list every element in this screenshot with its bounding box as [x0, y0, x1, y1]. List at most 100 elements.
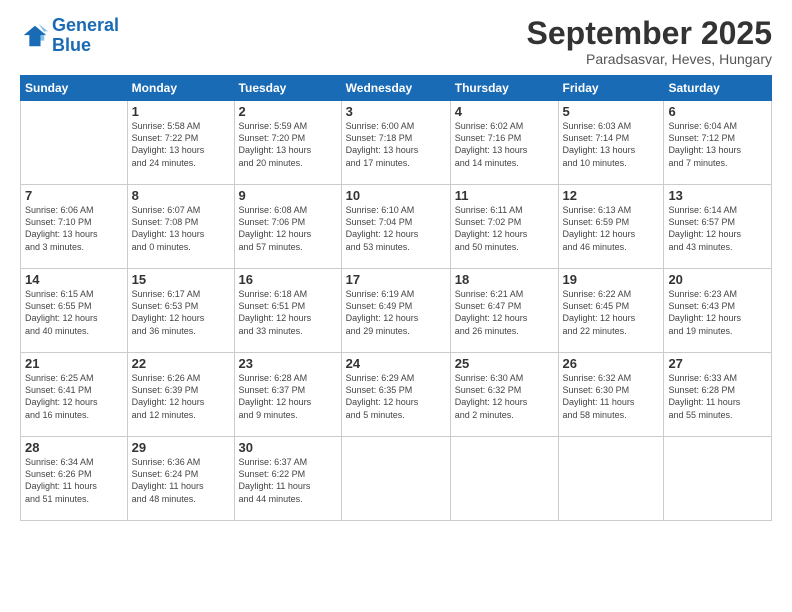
calendar-cell: 12Sunrise: 6:13 AM Sunset: 6:59 PM Dayli… — [558, 185, 664, 269]
calendar-cell: 9Sunrise: 6:08 AM Sunset: 7:06 PM Daylig… — [234, 185, 341, 269]
day-info: Sunrise: 6:03 AM Sunset: 7:14 PM Dayligh… — [563, 120, 660, 169]
day-info: Sunrise: 6:28 AM Sunset: 6:37 PM Dayligh… — [239, 372, 337, 421]
calendar-cell: 2Sunrise: 5:59 AM Sunset: 7:20 PM Daylig… — [234, 101, 341, 185]
logo-line2: Blue — [52, 35, 91, 55]
calendar-cell: 10Sunrise: 6:10 AM Sunset: 7:04 PM Dayli… — [341, 185, 450, 269]
calendar-header-wednesday: Wednesday — [341, 76, 450, 101]
calendar-cell: 17Sunrise: 6:19 AM Sunset: 6:49 PM Dayli… — [341, 269, 450, 353]
calendar-week-4: 21Sunrise: 6:25 AM Sunset: 6:41 PM Dayli… — [21, 353, 772, 437]
day-number: 27 — [668, 356, 767, 371]
title-block: September 2025 Paradsasvar, Heves, Hunga… — [527, 16, 772, 67]
calendar-header-monday: Monday — [127, 76, 234, 101]
calendar-header-sunday: Sunday — [21, 76, 128, 101]
day-info: Sunrise: 6:29 AM Sunset: 6:35 PM Dayligh… — [346, 372, 446, 421]
day-number: 14 — [25, 272, 123, 287]
day-info: Sunrise: 6:22 AM Sunset: 6:45 PM Dayligh… — [563, 288, 660, 337]
month-title: September 2025 — [527, 16, 772, 51]
day-number: 1 — [132, 104, 230, 119]
day-number: 12 — [563, 188, 660, 203]
day-info: Sunrise: 6:07 AM Sunset: 7:08 PM Dayligh… — [132, 204, 230, 253]
calendar-cell: 21Sunrise: 6:25 AM Sunset: 6:41 PM Dayli… — [21, 353, 128, 437]
calendar-cell: 20Sunrise: 6:23 AM Sunset: 6:43 PM Dayli… — [664, 269, 772, 353]
day-info: Sunrise: 6:30 AM Sunset: 6:32 PM Dayligh… — [455, 372, 554, 421]
calendar-cell: 28Sunrise: 6:34 AM Sunset: 6:26 PM Dayli… — [21, 437, 128, 521]
calendar-week-3: 14Sunrise: 6:15 AM Sunset: 6:55 PM Dayli… — [21, 269, 772, 353]
logo-icon — [20, 22, 48, 50]
day-info: Sunrise: 6:06 AM Sunset: 7:10 PM Dayligh… — [25, 204, 123, 253]
calendar-week-2: 7Sunrise: 6:06 AM Sunset: 7:10 PM Daylig… — [21, 185, 772, 269]
calendar-cell: 6Sunrise: 6:04 AM Sunset: 7:12 PM Daylig… — [664, 101, 772, 185]
day-number: 9 — [239, 188, 337, 203]
calendar-week-1: 1Sunrise: 5:58 AM Sunset: 7:22 PM Daylig… — [21, 101, 772, 185]
day-info: Sunrise: 6:18 AM Sunset: 6:51 PM Dayligh… — [239, 288, 337, 337]
day-number: 13 — [668, 188, 767, 203]
calendar-header-friday: Friday — [558, 76, 664, 101]
calendar-header-thursday: Thursday — [450, 76, 558, 101]
day-info: Sunrise: 6:17 AM Sunset: 6:53 PM Dayligh… — [132, 288, 230, 337]
calendar-header-tuesday: Tuesday — [234, 76, 341, 101]
day-number: 23 — [239, 356, 337, 371]
calendar-cell: 1Sunrise: 5:58 AM Sunset: 7:22 PM Daylig… — [127, 101, 234, 185]
day-number: 6 — [668, 104, 767, 119]
day-number: 18 — [455, 272, 554, 287]
calendar-header-row: SundayMondayTuesdayWednesdayThursdayFrid… — [21, 76, 772, 101]
day-info: Sunrise: 6:23 AM Sunset: 6:43 PM Dayligh… — [668, 288, 767, 337]
day-info: Sunrise: 5:59 AM Sunset: 7:20 PM Dayligh… — [239, 120, 337, 169]
calendar-week-5: 28Sunrise: 6:34 AM Sunset: 6:26 PM Dayli… — [21, 437, 772, 521]
day-number: 7 — [25, 188, 123, 203]
calendar-cell: 30Sunrise: 6:37 AM Sunset: 6:22 PM Dayli… — [234, 437, 341, 521]
calendar-table: SundayMondayTuesdayWednesdayThursdayFrid… — [20, 75, 772, 521]
page: General Blue September 2025 Paradsasvar,… — [0, 0, 792, 612]
calendar-cell: 26Sunrise: 6:32 AM Sunset: 6:30 PM Dayli… — [558, 353, 664, 437]
calendar-cell: 5Sunrise: 6:03 AM Sunset: 7:14 PM Daylig… — [558, 101, 664, 185]
day-info: Sunrise: 6:10 AM Sunset: 7:04 PM Dayligh… — [346, 204, 446, 253]
day-number: 26 — [563, 356, 660, 371]
day-number: 30 — [239, 440, 337, 455]
calendar-cell: 23Sunrise: 6:28 AM Sunset: 6:37 PM Dayli… — [234, 353, 341, 437]
day-number: 25 — [455, 356, 554, 371]
day-info: Sunrise: 6:26 AM Sunset: 6:39 PM Dayligh… — [132, 372, 230, 421]
day-info: Sunrise: 6:15 AM Sunset: 6:55 PM Dayligh… — [25, 288, 123, 337]
day-info: Sunrise: 5:58 AM Sunset: 7:22 PM Dayligh… — [132, 120, 230, 169]
day-info: Sunrise: 6:02 AM Sunset: 7:16 PM Dayligh… — [455, 120, 554, 169]
day-info: Sunrise: 6:00 AM Sunset: 7:18 PM Dayligh… — [346, 120, 446, 169]
day-info: Sunrise: 6:34 AM Sunset: 6:26 PM Dayligh… — [25, 456, 123, 505]
header: General Blue September 2025 Paradsasvar,… — [20, 16, 772, 67]
calendar-cell: 22Sunrise: 6:26 AM Sunset: 6:39 PM Dayli… — [127, 353, 234, 437]
day-info: Sunrise: 6:04 AM Sunset: 7:12 PM Dayligh… — [668, 120, 767, 169]
day-number: 24 — [346, 356, 446, 371]
day-number: 4 — [455, 104, 554, 119]
day-number: 28 — [25, 440, 123, 455]
day-number: 8 — [132, 188, 230, 203]
calendar-cell: 14Sunrise: 6:15 AM Sunset: 6:55 PM Dayli… — [21, 269, 128, 353]
calendar-cell — [450, 437, 558, 521]
day-number: 21 — [25, 356, 123, 371]
calendar-cell — [341, 437, 450, 521]
calendar-cell: 3Sunrise: 6:00 AM Sunset: 7:18 PM Daylig… — [341, 101, 450, 185]
day-number: 5 — [563, 104, 660, 119]
day-number: 22 — [132, 356, 230, 371]
day-info: Sunrise: 6:21 AM Sunset: 6:47 PM Dayligh… — [455, 288, 554, 337]
calendar-cell: 8Sunrise: 6:07 AM Sunset: 7:08 PM Daylig… — [127, 185, 234, 269]
day-number: 16 — [239, 272, 337, 287]
day-info: Sunrise: 6:37 AM Sunset: 6:22 PM Dayligh… — [239, 456, 337, 505]
day-number: 10 — [346, 188, 446, 203]
day-info: Sunrise: 6:33 AM Sunset: 6:28 PM Dayligh… — [668, 372, 767, 421]
calendar-cell: 7Sunrise: 6:06 AM Sunset: 7:10 PM Daylig… — [21, 185, 128, 269]
calendar-cell: 25Sunrise: 6:30 AM Sunset: 6:32 PM Dayli… — [450, 353, 558, 437]
day-number: 20 — [668, 272, 767, 287]
day-info: Sunrise: 6:36 AM Sunset: 6:24 PM Dayligh… — [132, 456, 230, 505]
calendar-cell — [21, 101, 128, 185]
calendar-cell — [558, 437, 664, 521]
day-info: Sunrise: 6:08 AM Sunset: 7:06 PM Dayligh… — [239, 204, 337, 253]
day-info: Sunrise: 6:25 AM Sunset: 6:41 PM Dayligh… — [25, 372, 123, 421]
day-number: 17 — [346, 272, 446, 287]
calendar-cell: 16Sunrise: 6:18 AM Sunset: 6:51 PM Dayli… — [234, 269, 341, 353]
day-number: 19 — [563, 272, 660, 287]
calendar-cell: 24Sunrise: 6:29 AM Sunset: 6:35 PM Dayli… — [341, 353, 450, 437]
calendar-cell — [664, 437, 772, 521]
logo: General Blue — [20, 16, 119, 56]
calendar-cell: 11Sunrise: 6:11 AM Sunset: 7:02 PM Dayli… — [450, 185, 558, 269]
day-info: Sunrise: 6:14 AM Sunset: 6:57 PM Dayligh… — [668, 204, 767, 253]
day-info: Sunrise: 6:19 AM Sunset: 6:49 PM Dayligh… — [346, 288, 446, 337]
